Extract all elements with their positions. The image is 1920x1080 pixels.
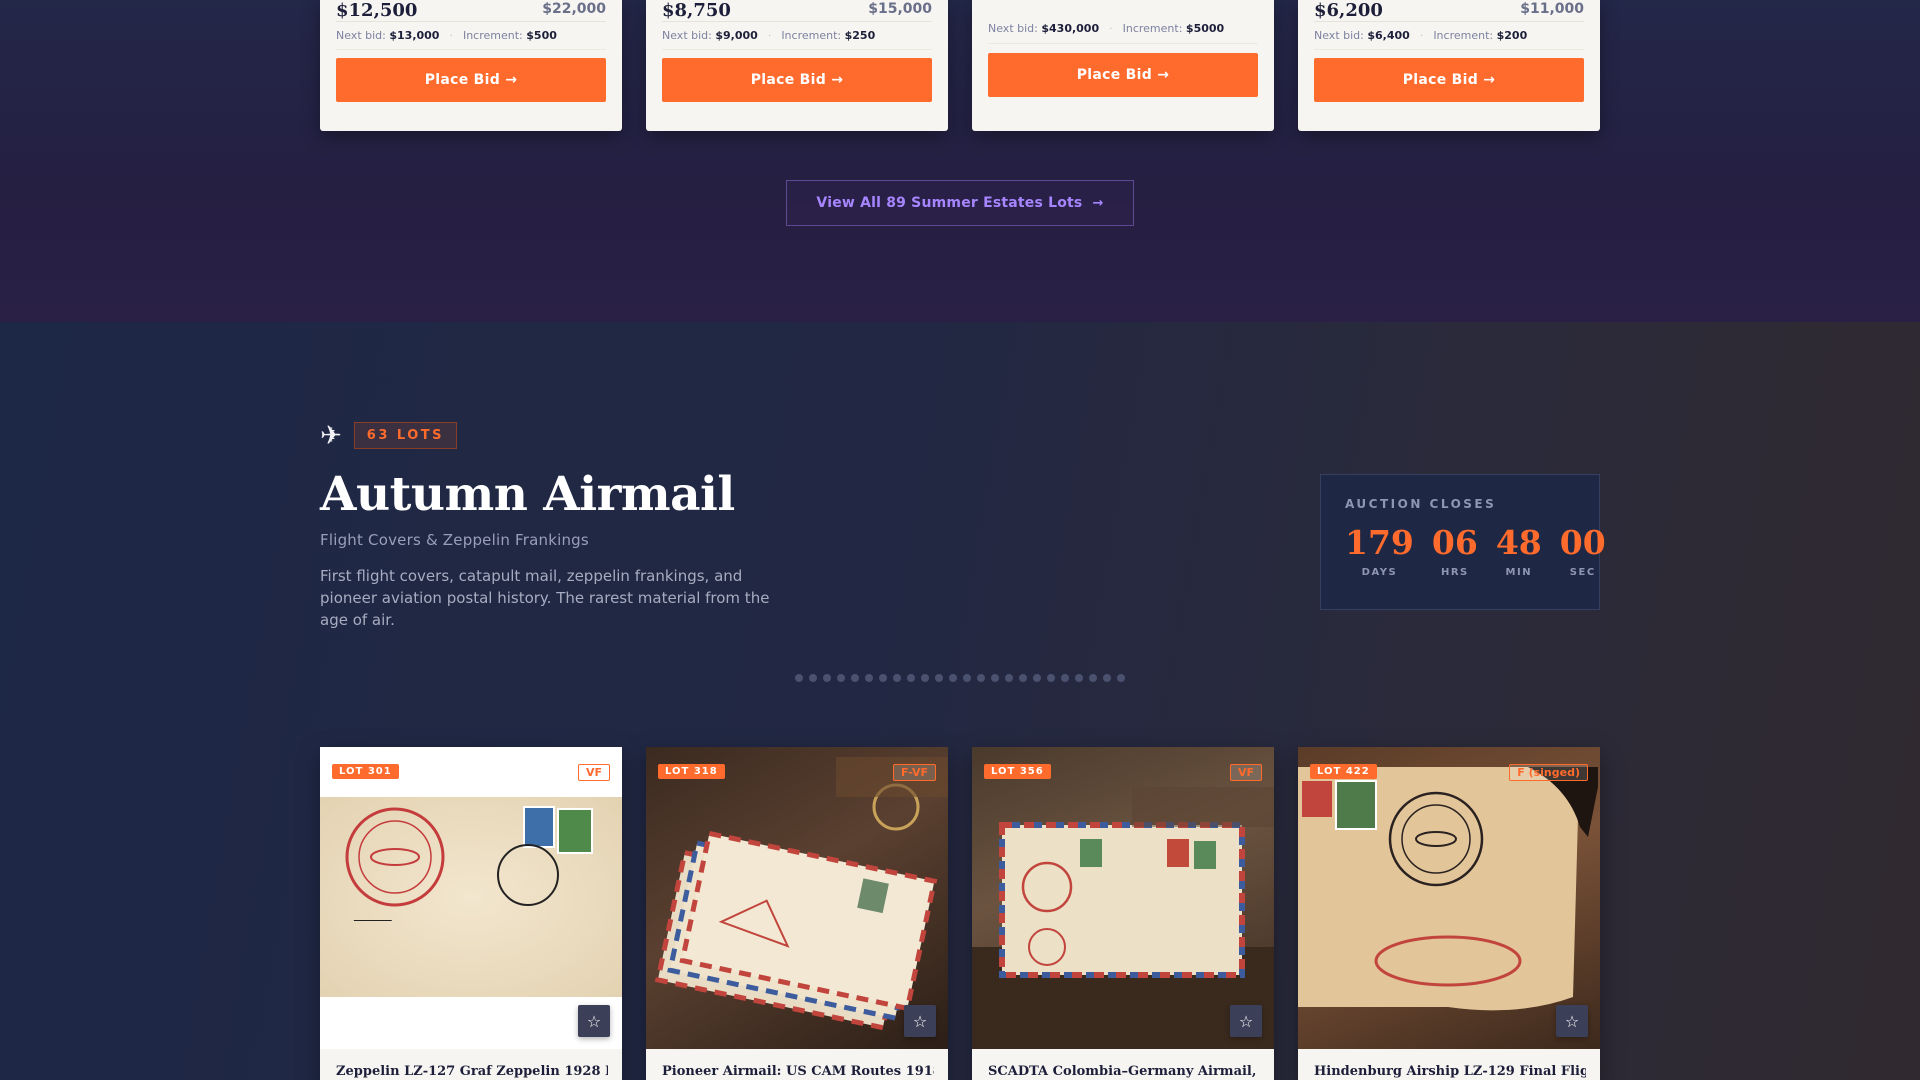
svg-text:⸻: ⸻ bbox=[352, 910, 392, 929]
current-bid: $6,200 bbox=[1314, 0, 1383, 21]
grade-tag: VF bbox=[1229, 764, 1262, 781]
place-bid-button[interactable]: Place Bid → bbox=[662, 58, 932, 102]
next-bid: Next bid: $6,400 bbox=[1314, 29, 1410, 42]
scadta-cover-illustration bbox=[972, 787, 1274, 1049]
star-icon[interactable]: ☆ bbox=[1230, 1005, 1262, 1037]
lot-bid-card: $12,500 $22,000 Next bid: $13,000 · Incr… bbox=[320, 0, 622, 131]
lot-image: LOT 422 F (singed) ☆ bbox=[1298, 747, 1600, 1049]
view-all-lots-button[interactable]: View All 89 Summer Estates Lots → bbox=[786, 180, 1134, 226]
lot-card[interactable]: LOT 356 VF ☆ SCADTA Colombia–Germany Air… bbox=[972, 747, 1274, 1080]
lot-bid-card: $8,750 $15,000 Next bid: $9,000 · Increm… bbox=[646, 0, 948, 131]
lot-title[interactable]: SCADTA Colombia–Germany Airmail, 1923 bbox=[988, 1064, 1260, 1079]
carousel-dot[interactable] bbox=[823, 674, 831, 682]
grade-tag: F-VF bbox=[893, 764, 936, 781]
carousel-dot[interactable] bbox=[977, 674, 985, 682]
carousel-dot[interactable] bbox=[1033, 674, 1041, 682]
lot-bid-card: Next bid: $430,000 · Increment: $5000 Pl… bbox=[972, 0, 1274, 131]
carousel-dot[interactable] bbox=[851, 674, 859, 682]
current-bid: $12,500 bbox=[336, 0, 418, 21]
star-icon[interactable]: ☆ bbox=[578, 1005, 610, 1037]
carousel-dot[interactable] bbox=[963, 674, 971, 682]
carousel-dot[interactable] bbox=[865, 674, 873, 682]
carousel-dot[interactable] bbox=[921, 674, 929, 682]
countdown-minutes: 48 MIN bbox=[1495, 523, 1542, 579]
countdown-seconds: 00 SEC bbox=[1559, 523, 1606, 579]
lot-image: LOT 356 VF ☆ bbox=[972, 747, 1274, 1049]
countdown-hours: 06 HRS bbox=[1431, 523, 1478, 579]
lot-card[interactable]: ⸻ LOT 301 VF ☆ Zeppelin LZ-127 Graf Zepp… bbox=[320, 747, 622, 1080]
carousel-dot[interactable] bbox=[1117, 674, 1125, 682]
grade-tag: VF bbox=[577, 764, 610, 781]
star-icon[interactable]: ☆ bbox=[1556, 1005, 1588, 1037]
carousel-dot[interactable] bbox=[1103, 674, 1111, 682]
increment: Increment: $250 bbox=[781, 29, 876, 42]
carousel-pagination bbox=[795, 674, 1125, 682]
grade-tag: F (singed) bbox=[1509, 764, 1588, 781]
carousel-dot[interactable] bbox=[893, 674, 901, 682]
view-all-label: View All 89 Summer Estates Lots bbox=[816, 195, 1083, 211]
increment: Increment: $200 bbox=[1433, 29, 1528, 42]
lot-title[interactable]: Hindenburg Airship LZ-129 Final Flight bbox=[1314, 1064, 1586, 1079]
lots-count-badge: 63 LOTS bbox=[353, 422, 458, 449]
place-bid-button[interactable]: Place Bid → bbox=[1314, 58, 1584, 102]
section-subtitle: Flight Covers & Zeppelin Frankings bbox=[320, 531, 589, 549]
previous-auction-section: $12,500 $22,000 Next bid: $13,000 · Incr… bbox=[0, 0, 1920, 322]
countdown-days: 179 DAYS bbox=[1345, 523, 1414, 579]
zeppelin-cover-illustration: ⸻ bbox=[320, 797, 622, 997]
carousel-dot[interactable] bbox=[879, 674, 887, 682]
plane-icon: ✈ bbox=[320, 420, 342, 451]
autumn-airmail-section: ✈ 63 LOTS Autumn Airmail Flight Covers &… bbox=[0, 322, 1920, 1080]
next-bid: Next bid: $9,000 bbox=[662, 29, 758, 42]
lot-card[interactable]: LOT 318 F-VF ☆ Pioneer Airmail: US CAM R… bbox=[646, 747, 948, 1080]
carousel-dot[interactable] bbox=[949, 674, 957, 682]
current-bid: $8,750 bbox=[662, 0, 731, 21]
lot-number-tag: LOT 318 bbox=[658, 764, 725, 779]
carousel-dot[interactable] bbox=[795, 674, 803, 682]
carousel-dot[interactable] bbox=[991, 674, 999, 682]
carousel-dot[interactable] bbox=[809, 674, 817, 682]
place-bid-button[interactable]: Place Bid → bbox=[988, 53, 1258, 97]
lot-image: ⸻ LOT 301 VF ☆ bbox=[320, 747, 622, 1049]
place-bid-button[interactable]: Place Bid → bbox=[336, 58, 606, 102]
estimate: $22,000 bbox=[542, 1, 606, 17]
lot-title[interactable]: Pioneer Airmail: US CAM Routes 1918– bbox=[662, 1064, 934, 1079]
estimate: $11,000 bbox=[1520, 1, 1584, 17]
lot-bid-card: $6,200 $11,000 Next bid: $6,400 · Increm… bbox=[1298, 0, 1600, 131]
next-bid: Next bid: $430,000 bbox=[988, 22, 1100, 35]
hindenburg-cover-illustration bbox=[1298, 767, 1598, 1011]
carousel-dot[interactable] bbox=[907, 674, 915, 682]
auction-countdown: AUCTION CLOSES 179 DAYS 06 HRS 48 MIN 00… bbox=[1320, 474, 1606, 610]
lot-image: LOT 318 F-VF ☆ bbox=[646, 747, 948, 1049]
carousel-dot[interactable] bbox=[1005, 674, 1013, 682]
star-icon[interactable]: ☆ bbox=[904, 1005, 936, 1037]
arrow-right-icon: → bbox=[1092, 195, 1104, 211]
airmail-covers-illustration bbox=[654, 757, 948, 1031]
lot-card[interactable]: LOT 422 F (singed) ☆ Hindenburg Airship … bbox=[1298, 747, 1600, 1080]
carousel-dot[interactable] bbox=[837, 674, 845, 682]
section-title: Autumn Airmail bbox=[320, 467, 735, 522]
carousel-dot[interactable] bbox=[935, 674, 943, 682]
lot-title[interactable]: Zeppelin LZ-127 Graf Zeppelin 1928 First bbox=[336, 1064, 608, 1079]
carousel-dot[interactable] bbox=[1019, 674, 1027, 682]
increment: Increment: $5000 bbox=[1122, 22, 1225, 35]
carousel-dot[interactable] bbox=[1061, 674, 1069, 682]
carousel-dot[interactable] bbox=[1089, 674, 1097, 682]
next-bid: Next bid: $13,000 bbox=[336, 29, 440, 42]
carousel-dot[interactable] bbox=[1047, 674, 1055, 682]
carousel-dot[interactable] bbox=[1075, 674, 1083, 682]
section-header: ✈ 63 LOTS bbox=[320, 420, 458, 451]
increment: Increment: $500 bbox=[462, 29, 557, 42]
section-description: First flight covers, catapult mail, zepp… bbox=[320, 567, 770, 629]
estimate: $15,000 bbox=[868, 1, 932, 17]
lot-number-tag: LOT 422 bbox=[1310, 764, 1377, 779]
countdown-label: AUCTION CLOSES bbox=[1345, 497, 1497, 511]
lot-number-tag: LOT 356 bbox=[984, 764, 1051, 779]
lot-number-tag: LOT 301 bbox=[332, 764, 399, 779]
